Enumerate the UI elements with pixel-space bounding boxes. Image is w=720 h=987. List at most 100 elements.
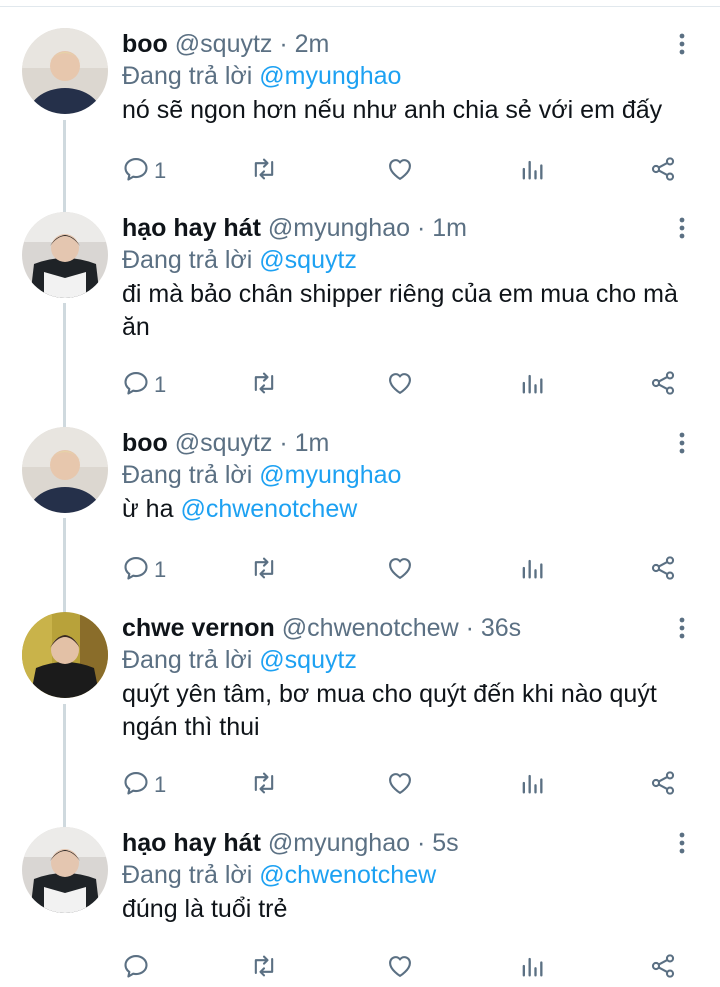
analytics-icon	[518, 369, 546, 402]
more-vertical-icon[interactable]	[670, 32, 694, 56]
like-button[interactable]	[386, 154, 414, 188]
replying-to-mention[interactable]: @chwenotchew	[259, 861, 436, 889]
like-button[interactable]	[386, 553, 414, 587]
tweet-actions: 1	[122, 768, 692, 804]
separator-dot: ·	[279, 429, 288, 457]
reply-count: 1	[154, 158, 167, 183]
like-button[interactable]	[386, 951, 414, 985]
replying-to-mention[interactable]: @myunghao	[259, 62, 401, 90]
analytics-icon	[518, 155, 546, 188]
retweet-icon	[250, 952, 278, 985]
heart-icon	[386, 554, 414, 587]
timestamp[interactable]: 2m	[295, 30, 330, 58]
tweet-header: chwe vernon @chwenotchew · 36s	[122, 612, 521, 644]
replying-to-mention[interactable]: @squytz	[259, 646, 357, 674]
retweet-icon	[250, 769, 278, 802]
like-button[interactable]	[386, 368, 414, 402]
timestamp[interactable]: 5s	[432, 829, 458, 857]
tweet-text-plain: ừ ha	[122, 495, 181, 523]
replying-to: Đang trả lời @myunghao	[122, 459, 401, 491]
display-name[interactable]: chwe vernon	[122, 614, 275, 642]
analytics-icon	[518, 769, 546, 802]
tweet-text-mention[interactable]: @chwenotchew	[180, 495, 357, 523]
display-name[interactable]: hạo hay hát	[122, 214, 261, 242]
heart-icon	[386, 952, 414, 985]
tweet-header: hạo hay hát @myunghao · 5s	[122, 827, 459, 859]
share-button[interactable]	[649, 553, 677, 587]
analytics-button[interactable]	[518, 951, 546, 985]
share-icon	[649, 155, 677, 188]
replying-to: Đang trả lời @squytz	[122, 244, 357, 276]
separator-dot: ·	[279, 30, 288, 58]
user-handle[interactable]: @squytz	[175, 429, 273, 457]
reply-button[interactable]: 1	[122, 154, 166, 188]
share-button[interactable]	[649, 368, 677, 402]
timestamp[interactable]: 1m	[432, 214, 467, 242]
timestamp[interactable]: 1m	[295, 429, 330, 457]
analytics-button[interactable]	[518, 553, 546, 587]
share-button[interactable]	[649, 951, 677, 985]
reply-button[interactable]: 1	[122, 553, 166, 587]
share-button[interactable]	[649, 154, 677, 188]
replying-label: Đang trả lời	[122, 646, 253, 674]
more-vertical-icon[interactable]	[670, 616, 694, 640]
heart-icon	[386, 769, 414, 802]
more-vertical-icon[interactable]	[670, 431, 694, 455]
tweet[interactable]: hạo hay hát @myunghao · 1m Đang trả lời …	[0, 212, 720, 412]
tweet-header: boo @squytz · 2m	[122, 28, 329, 60]
timestamp[interactable]: 36s	[481, 614, 521, 642]
reply-count: 1	[154, 557, 167, 582]
display-name[interactable]: hạo hay hát	[122, 829, 261, 857]
reply-button[interactable]	[122, 951, 154, 985]
replying-to-mention[interactable]: @myunghao	[259, 461, 401, 489]
more-vertical-icon[interactable]	[670, 216, 694, 240]
retweet-button[interactable]	[250, 553, 278, 587]
user-handle[interactable]: @chwenotchew	[282, 614, 459, 642]
analytics-button[interactable]	[518, 368, 546, 402]
replying-to-mention[interactable]: @squytz	[259, 246, 357, 274]
separator-dot: ·	[416, 829, 426, 857]
tweet-actions: 1	[122, 154, 692, 190]
more-vertical-icon[interactable]	[670, 831, 694, 855]
reply-button[interactable]: 1	[122, 768, 166, 802]
share-icon	[649, 554, 677, 587]
reply-icon	[122, 554, 150, 587]
retweet-button[interactable]	[250, 768, 278, 802]
avatar[interactable]	[22, 212, 108, 298]
user-handle[interactable]: @myunghao	[268, 829, 410, 857]
separator-dot: ·	[416, 214, 426, 242]
tweet-text: quýt yên tâm, bơ mua cho quýt đến khi nà…	[122, 680, 657, 741]
tweet[interactable]: boo @squytz · 1m Đang trả lời @myunghao …	[0, 427, 720, 597]
retweet-button[interactable]	[250, 154, 278, 188]
like-button[interactable]	[386, 768, 414, 802]
user-handle[interactable]: @squytz	[175, 30, 273, 58]
reply-icon	[122, 952, 150, 985]
tweet-header: boo @squytz · 1m	[122, 427, 329, 459]
retweet-icon	[250, 369, 278, 402]
replying-to: Đang trả lời @squytz	[122, 644, 357, 676]
avatar[interactable]	[22, 827, 108, 913]
user-handle[interactable]: @myunghao	[268, 214, 410, 242]
avatar[interactable]	[22, 612, 108, 698]
tweet-actions: 1	[122, 553, 692, 589]
share-button[interactable]	[649, 768, 677, 802]
tweet-text: nó sẽ ngon hơn nếu như anh chia sẻ với e…	[122, 96, 663, 124]
retweet-button[interactable]	[250, 951, 278, 985]
reply-icon	[122, 155, 150, 188]
tweet[interactable]: boo @squytz · 2m Đang trả lời @myunghao …	[0, 28, 720, 198]
display-name[interactable]: boo	[122, 429, 168, 457]
analytics-button[interactable]	[518, 768, 546, 802]
analytics-button[interactable]	[518, 154, 546, 188]
retweet-icon	[250, 155, 278, 188]
avatar[interactable]	[22, 28, 108, 114]
replying-label: Đang trả lời	[122, 62, 253, 90]
heart-icon	[386, 369, 414, 402]
reply-button[interactable]: 1	[122, 368, 166, 402]
retweet-button[interactable]	[250, 368, 278, 402]
reply-icon	[122, 769, 150, 802]
display-name[interactable]: boo	[122, 30, 168, 58]
separator-dot: ·	[465, 614, 474, 642]
tweet[interactable]: chwe vernon @chwenotchew · 36s Đang trả …	[0, 612, 720, 812]
tweet[interactable]: hạo hay hát @myunghao · 5s Đang trả lời …	[0, 827, 720, 983]
avatar[interactable]	[22, 427, 108, 513]
